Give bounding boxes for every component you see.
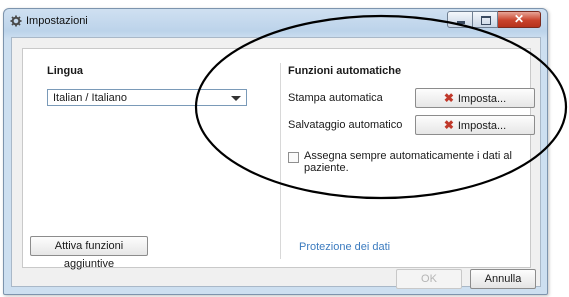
auto-print-button-label: Imposta... xyxy=(457,93,507,105)
minimize-icon xyxy=(457,21,465,24)
activate-extra-functions-label: Attiva funzioni aggiuntive xyxy=(54,240,124,270)
title-bar[interactable]: Impostazioni ✕ xyxy=(4,9,547,35)
auto-print-settings-button[interactable]: ✖ Imposta... xyxy=(415,88,535,108)
assign-patient-label[interactable]: Assegna sempre automaticamente i dati al… xyxy=(304,150,530,174)
maximize-icon xyxy=(481,16,491,25)
window-title: Impostazioni xyxy=(26,15,88,27)
minimize-button[interactable] xyxy=(447,11,473,28)
activate-extra-functions-button[interactable]: Attiva funzioni aggiuntive xyxy=(30,236,148,270)
auto-functions-title: Funzioni automatiche xyxy=(288,65,402,77)
auto-save-settings-button[interactable]: ✖ Imposta... xyxy=(415,115,535,135)
auto-save-button-label: Imposta... xyxy=(457,120,507,132)
section-divider xyxy=(280,63,281,259)
language-select[interactable]: Italian / Italiano xyxy=(47,89,247,106)
language-section-title: Lingua xyxy=(47,65,84,77)
settings-panel: Lingua Italian / Italiano Funzioni autom… xyxy=(22,48,535,268)
auto-save-label: Salvataggio automatico xyxy=(288,119,403,131)
chevron-down-icon xyxy=(231,96,241,101)
maximize-button[interactable] xyxy=(473,11,498,28)
language-selected-value: Italian / Italiano xyxy=(53,92,127,104)
gear-icon xyxy=(10,15,22,27)
auto-print-label: Stampa automatica xyxy=(288,92,383,104)
assign-patient-checkbox[interactable] xyxy=(288,152,299,163)
privacy-link[interactable]: Protezione dei dati xyxy=(299,241,390,253)
cancel-button[interactable]: Annulla xyxy=(470,269,536,289)
close-icon: ✕ xyxy=(513,12,525,26)
ok-button[interactable]: OK xyxy=(396,269,462,289)
x-mark-icon: ✖ xyxy=(443,118,454,132)
x-mark-icon: ✖ xyxy=(443,91,454,105)
close-button[interactable]: ✕ xyxy=(498,11,541,28)
window-controls: ✕ xyxy=(447,11,541,29)
